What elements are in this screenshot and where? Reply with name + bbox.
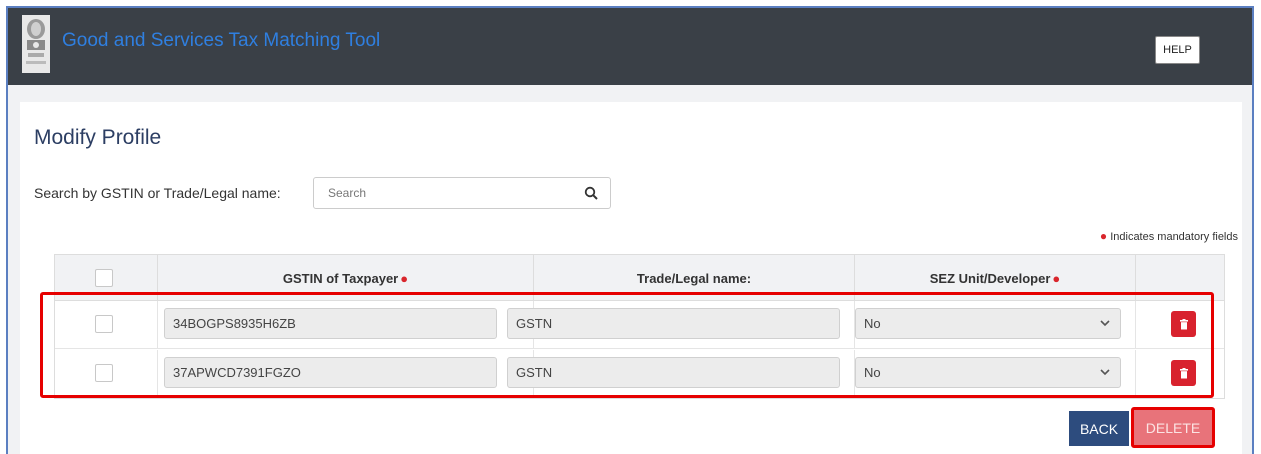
- header-trade-name-label: Trade/Legal name:: [636, 270, 752, 286]
- search-box: [313, 177, 611, 209]
- national-emblem-icon: [22, 15, 50, 73]
- help-button[interactable]: HELP: [1155, 36, 1200, 64]
- search-input[interactable]: [314, 178, 574, 208]
- main-panel: Modify Profile Search by GSTIN or Trade/…: [20, 102, 1242, 454]
- required-dot-icon: ●: [400, 270, 409, 286]
- header-bar: Good and Services Tax Matching Tool HELP: [8, 8, 1252, 85]
- header-gstin-label: GSTIN of Taxpayer: [282, 270, 399, 286]
- delete-button[interactable]: DELETE: [1131, 407, 1215, 448]
- page-title: Modify Profile: [34, 126, 162, 149]
- mandatory-dot-icon: ●: [1099, 229, 1108, 243]
- mandatory-note: ● Indicates mandatory fields: [1100, 229, 1238, 243]
- back-button[interactable]: BACK: [1069, 411, 1129, 446]
- header-sez-label: SEZ Unit/Developer: [929, 270, 1051, 286]
- select-all-checkbox[interactable]: [95, 269, 113, 287]
- required-dot-icon: ●: [1052, 270, 1061, 286]
- app-title: Good and Services Tax Matching Tool: [62, 30, 381, 51]
- mandatory-note-text: Indicates mandatory fields: [1110, 231, 1238, 243]
- rows-highlight-box: [40, 292, 1214, 398]
- search-label: Search by GSTIN or Trade/Legal name:: [34, 185, 281, 201]
- search-icon[interactable]: [584, 186, 598, 200]
